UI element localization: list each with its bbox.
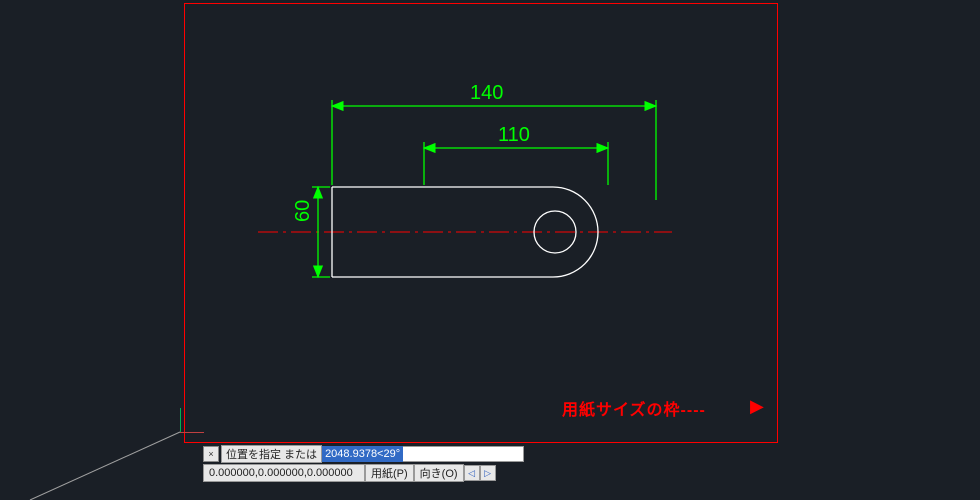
cursor-ray [30,432,180,500]
command-prompt-label: 位置を指定 または [221,445,322,463]
dim-text-110: 110 [498,124,530,147]
nav-right-button[interactable]: ▷ [480,465,496,481]
command-input-field[interactable] [403,446,524,462]
command-input-selected[interactable]: 2048.9378<29° [322,446,403,462]
dim-text-60: 60 [292,200,315,222]
nav-left-button[interactable]: ◁ [464,465,480,481]
drawing-canvas[interactable]: 140 110 60 用紙サイズの枠---- ▶ [0,0,980,500]
orient-option-button[interactable]: 向き(O) [414,464,464,482]
paper-size-label-dashes: ---- [681,402,706,419]
paper-size-label-text: 用紙サイズの枠 [562,402,681,419]
coords-readout: 0.000000,0.000000,0.000000 [203,464,365,482]
ucs-y-axis [180,408,181,432]
command-row-1: × 位置を指定 または 2048.9378<29° [203,445,524,463]
dim-text-140: 140 [470,82,503,105]
drawing-svg [0,0,980,500]
command-row-2: 0.000000,0.000000,0.000000 用紙(P) 向き(O) ◁… [203,464,524,482]
paper-option-button[interactable]: 用紙(P) [365,464,414,482]
ucs-x-axis [180,432,204,433]
command-close-button[interactable]: × [203,446,219,462]
command-bar: × 位置を指定 または 2048.9378<29° 0.000000,0.000… [203,445,524,482]
arrow-right-icon: ▶ [750,396,764,417]
paper-size-label: 用紙サイズの枠---- [562,396,706,420]
dimension-110 [424,142,608,185]
